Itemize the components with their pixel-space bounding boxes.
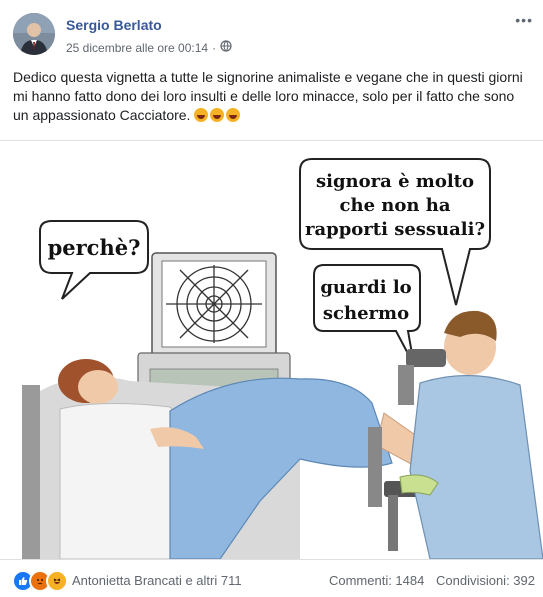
laughing-emoji-icon <box>226 108 241 122</box>
haha-reaction-icon <box>46 570 68 592</box>
avatar[interactable] <box>13 13 55 55</box>
bubble-top-line3: rapporti sessuali? <box>305 219 485 240</box>
reaction-icons[interactable] <box>12 570 68 592</box>
author-name[interactable]: Sergio Berlato <box>66 17 162 33</box>
bubble-top-line1: signora è molto <box>316 171 474 192</box>
bubble-top-line2: che non ha <box>340 195 451 216</box>
cartoon-illustration: perchè? signora è molto che non ha rappo… <box>22 158 543 560</box>
post-footer: Antonietta Brancati e altri 711 Commenti… <box>0 560 543 597</box>
comments-count[interactable]: Commenti: 1484 <box>329 573 424 588</box>
speech-bubble-left <box>39 220 149 300</box>
microscope-icon <box>406 349 446 367</box>
emoji-group <box>194 108 241 122</box>
reaction-names[interactable]: Antonietta Brancati e altri 711 <box>72 573 242 588</box>
post-meta: 25 dicembre alle ore 00:14 · <box>66 40 232 55</box>
post-image[interactable]: perchè? signora è molto che non ha rappo… <box>0 141 543 560</box>
bubble-mid-line2: schermo <box>323 303 409 324</box>
bubble-mid-line1: guardi lo <box>320 277 411 298</box>
more-options-icon[interactable]: ••• <box>515 12 533 28</box>
post-text: Dedico questa vignetta a tutte le signor… <box>13 69 523 123</box>
post-timestamp[interactable]: 25 dicembre alle ore 00:14 <box>66 41 208 55</box>
shares-count[interactable]: Condivisioni: 392 <box>436 573 535 588</box>
globe-icon[interactable] <box>220 40 232 55</box>
laughing-emoji-icon <box>210 108 225 122</box>
laughing-emoji-icon <box>194 108 209 122</box>
post-text-container: Dedico questa vignetta a tutte le signor… <box>13 68 533 125</box>
bubble-left-text: perchè? <box>48 235 141 260</box>
post-header: Sergio Berlato 25 dicembre alle ore 00:1… <box>0 0 543 60</box>
engagement-counts: Commenti: 1484 Condivisioni: 392 <box>329 573 535 588</box>
